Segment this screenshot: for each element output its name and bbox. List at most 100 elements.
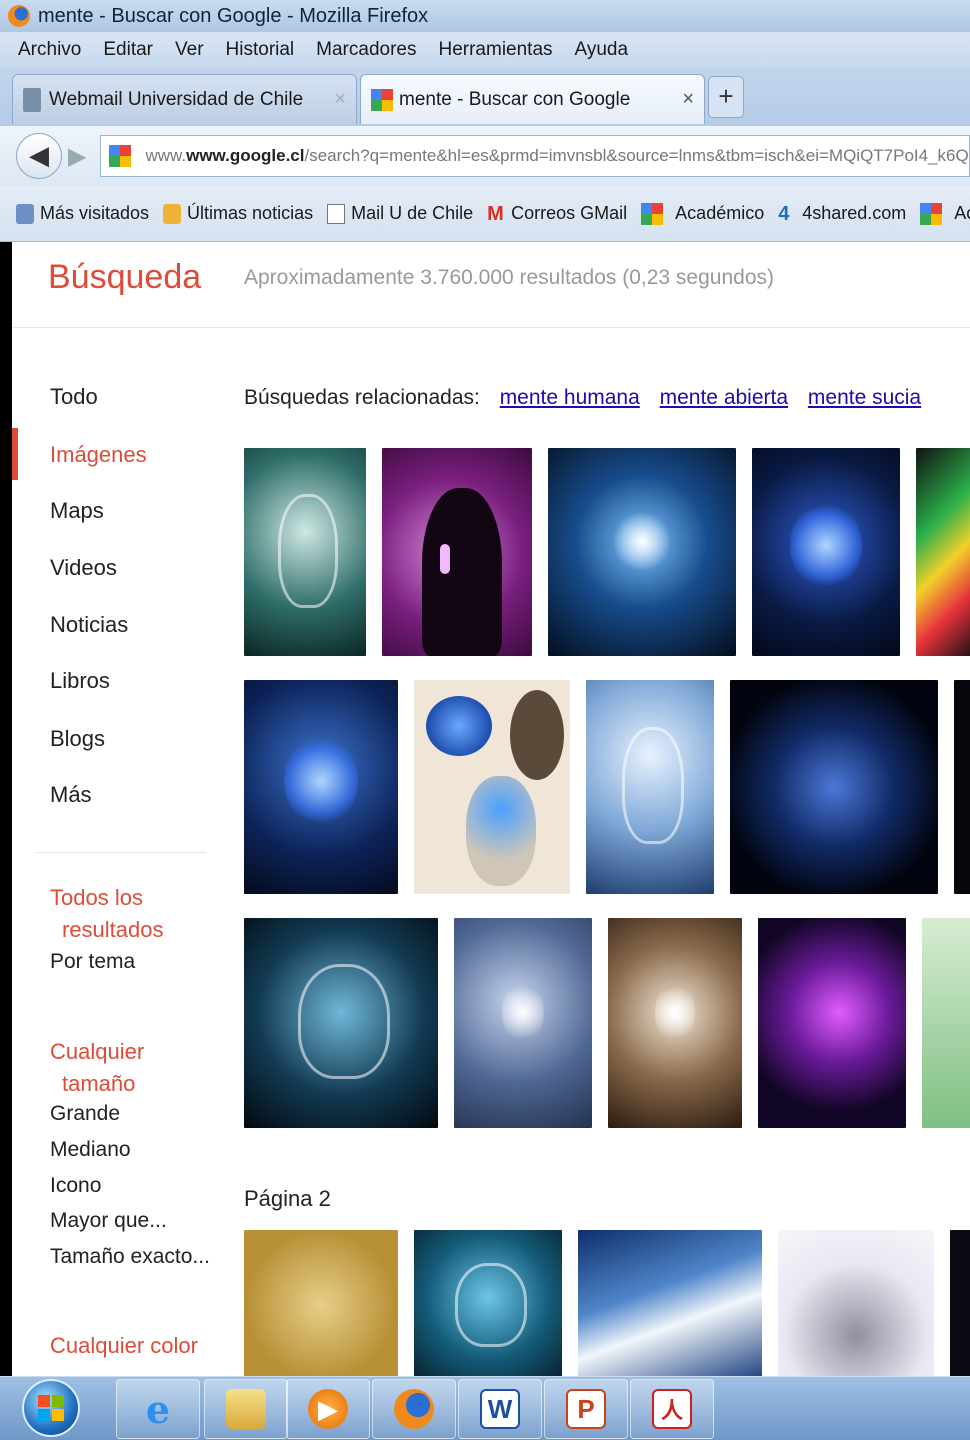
pdf-icon: 人 [652,1389,692,1429]
image-result[interactable] [414,1230,562,1376]
related-label: Búsquedas relacionadas: [244,386,480,409]
bookmark-4shared[interactable]: 4 4shared.com [778,203,906,224]
powerpoint-icon: P [566,1389,606,1429]
tab-label: mente - Buscar con Google [399,88,631,110]
tab-google-search[interactable]: mente - Buscar con Google × [360,74,705,124]
rss-icon [163,203,182,224]
bookmark-academico[interactable]: Académico [641,202,764,225]
image-result[interactable] [954,680,970,894]
nav-noticias[interactable]: Noticias [50,612,128,638]
firefox-icon [394,1389,434,1429]
size-mediano[interactable]: Mediano [50,1138,131,1162]
bookmark-accademico[interactable]: Accademico [920,202,970,225]
image-result[interactable] [244,918,438,1128]
image-result[interactable] [758,918,906,1128]
bookmark-mas-visitados[interactable]: Más visitados [16,203,149,224]
brain-shape [426,696,492,756]
window-title: mente - Buscar con Google - Mozilla Fire… [38,4,429,27]
size-grande[interactable]: Grande [50,1102,120,1126]
image-result[interactable] [244,1230,398,1376]
menu-bar: Archivo Editar Ver Historial Marcadores … [0,32,970,68]
bookmark-correos-gmail[interactable]: M Correos GMail [487,203,627,224]
nav-blogs[interactable]: Blogs [50,726,105,752]
nav-mas[interactable]: Más [50,782,92,808]
google-favicon-icon [109,145,132,167]
filter-all-results[interactable]: Todos los resultados [50,882,164,946]
firefox-icon [8,5,30,27]
image-result[interactable] [548,448,736,656]
image-result[interactable] [950,1230,970,1376]
image-result[interactable] [578,1230,762,1376]
sidebar-divider [36,852,206,853]
bookmark-ultimas-noticias[interactable]: Últimas noticias [163,203,313,224]
menu-ver[interactable]: Ver [175,39,204,61]
bookmark-icon [16,203,34,224]
image-result[interactable] [244,448,366,656]
menu-herramientas[interactable]: Herramientas [438,39,552,61]
filter-size-heading[interactable]: Cualquier tamaño [50,1036,144,1100]
size-tamano-exacto[interactable]: Tamaño exacto... [50,1245,210,1269]
result-stats: Aproximadamente 3.760.000 resultados (0,… [244,266,775,289]
google-favicon-icon [641,202,664,225]
url-host: www.google.cl [186,146,305,165]
search-results-page: Búsqueda Aproximadamente 3.760.000 resul… [12,242,970,1376]
nav-libros[interactable]: Libros [50,668,110,694]
url-bar[interactable]: www. www.google.cl/search?q=mente&hl=es&p… [100,135,970,177]
webmail-favicon-icon [23,87,41,112]
back-button[interactable]: ◀ [16,133,62,179]
close-tab-icon[interactable]: × [334,88,346,111]
silhouette-shape [422,488,502,656]
size-icono[interactable]: Icono [50,1174,101,1198]
bookmark-mail-u-de-chile[interactable]: Mail U de Chile [327,203,473,224]
head-lid-shape [510,690,564,780]
filter-color-heading[interactable]: Cualquier color [50,1330,198,1362]
url-path: /search?q=mente&hl=es&prmd=imvnsbl&sourc… [304,146,970,165]
taskbar-powerpoint[interactable]: P [544,1379,628,1439]
nav-imagenes[interactable]: Imágenes [50,442,147,468]
tab-webmail[interactable]: Webmail Universidad de Chile × [12,74,357,124]
forward-arrow-icon[interactable]: ▶ [68,142,86,171]
media-player-icon: ▶ [308,1389,348,1429]
word-icon: W [480,1389,520,1429]
image-result[interactable] [454,918,592,1128]
filter-por-tema[interactable]: Por tema [50,950,135,974]
taskbar-internet-explorer[interactable]: e [116,1379,200,1439]
page-title: Búsqueda [48,258,202,296]
taskbar-media-player[interactable]: ▶ [286,1379,370,1439]
image-result[interactable] [608,918,742,1128]
image-result[interactable] [922,918,970,1128]
taskbar-firefox[interactable] [372,1379,456,1439]
image-result[interactable] [586,680,714,894]
taskbar-explorer[interactable] [204,1379,288,1439]
menu-editar[interactable]: Editar [103,39,153,61]
image-result[interactable] [382,448,532,656]
image-result[interactable] [414,680,570,894]
image-result[interactable] [730,680,938,894]
image-result[interactable] [916,448,970,656]
nav-videos[interactable]: Videos [50,555,117,581]
menu-historial[interactable]: Historial [226,39,295,61]
taskbar-word[interactable]: W [458,1379,542,1439]
image-result[interactable] [778,1230,934,1376]
tab-strip: Webmail Universidad de Chile × mente - B… [0,68,970,126]
size-mayor-que[interactable]: Mayor que... [50,1209,167,1233]
navigation-toolbar: ◀ ▶ www. www.google.cl/search?q=mente&hl=… [0,126,970,186]
image-result[interactable] [752,448,900,656]
close-tab-icon[interactable]: × [682,88,694,111]
menu-ayuda[interactable]: Ayuda [575,39,629,61]
ie-icon: e [145,1386,171,1432]
related-mente-humana[interactable]: mente humana [500,386,640,409]
window-titlebar: mente - Buscar con Google - Mozilla Fire… [0,0,970,32]
taskbar-pdf-reader[interactable]: 人 [630,1379,714,1439]
nav-maps[interactable]: Maps [50,498,104,524]
related-mente-abierta[interactable]: mente abierta [660,386,788,409]
image-result[interactable] [244,680,398,894]
windows-start-icon[interactable] [22,1379,80,1437]
menu-marcadores[interactable]: Marcadores [316,39,416,61]
page-2-heading: Página 2 [244,1186,331,1211]
related-mente-sucia[interactable]: mente sucia [808,386,921,409]
menu-archivo[interactable]: Archivo [18,39,81,61]
nav-todo[interactable]: Todo [50,384,98,410]
google-favicon-icon [371,88,393,111]
new-tab-button[interactable]: + [708,76,744,118]
